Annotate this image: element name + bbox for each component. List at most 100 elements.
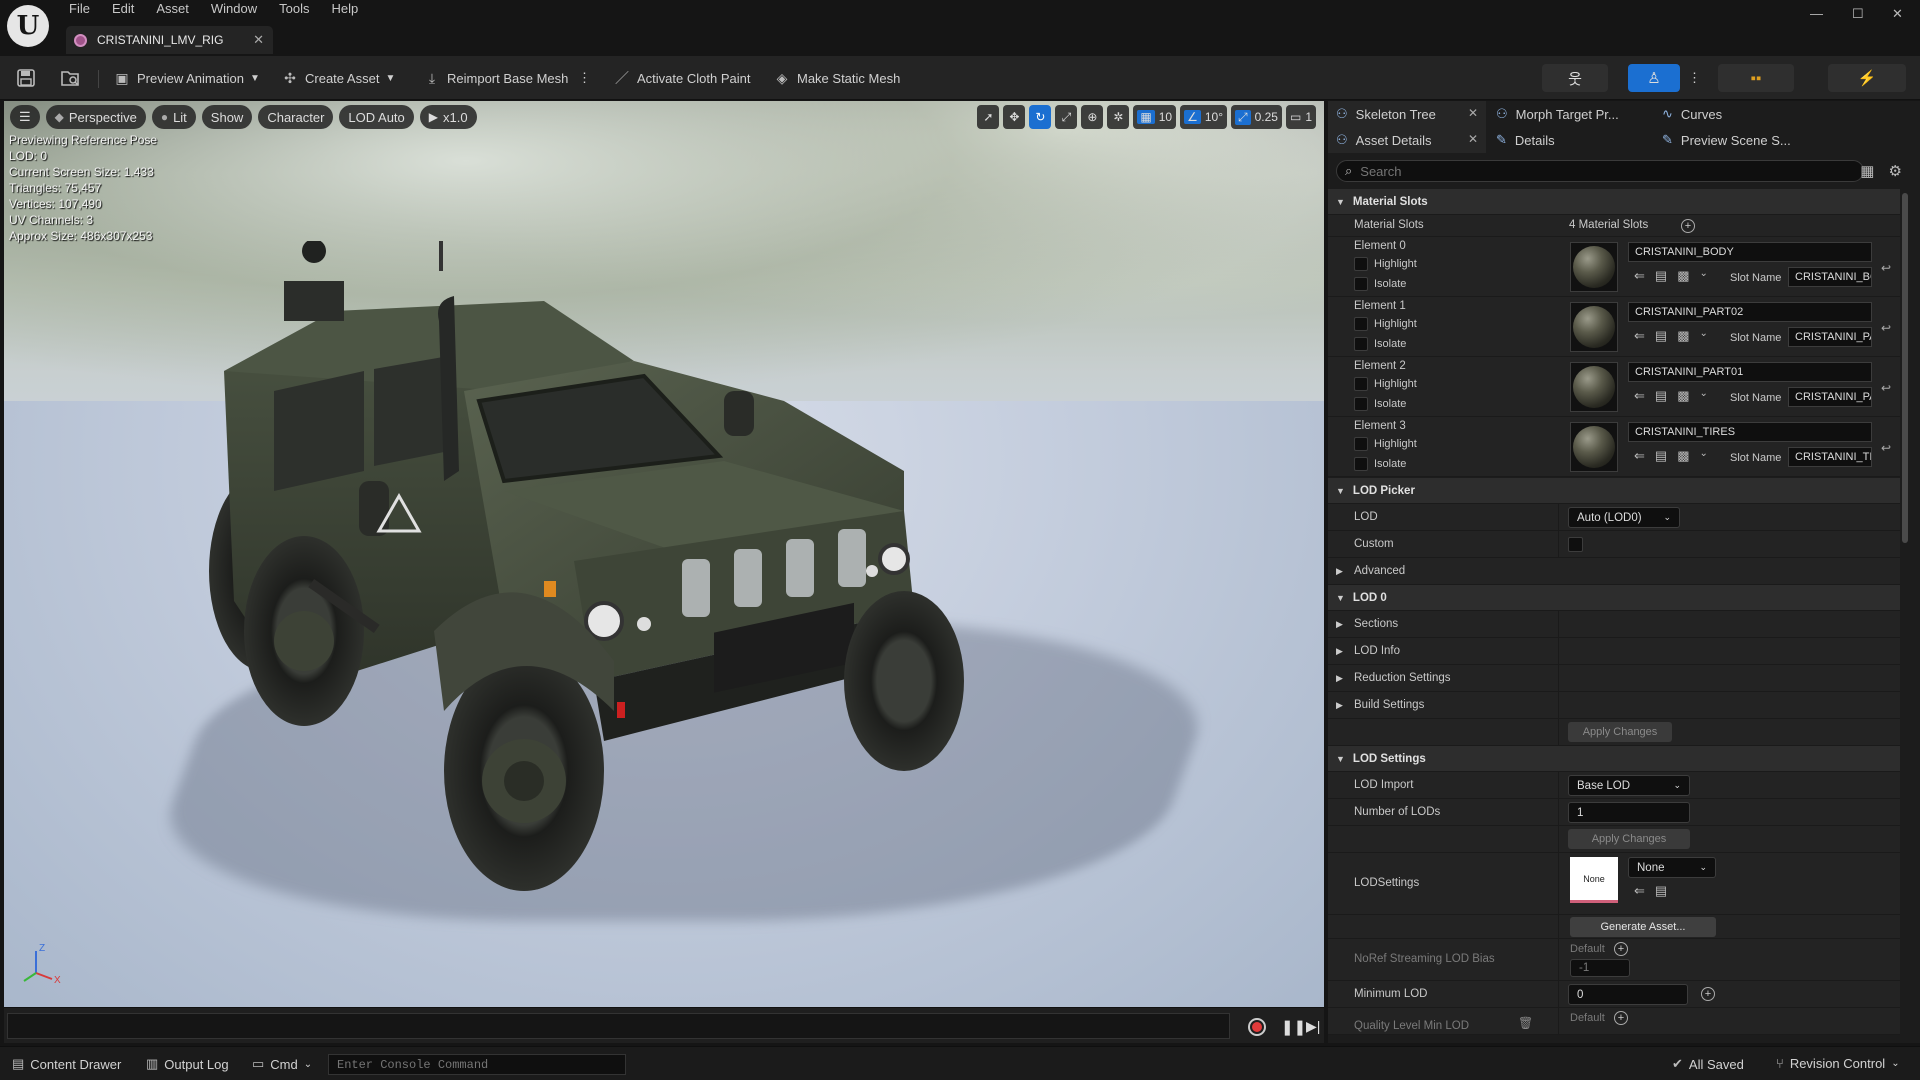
- trash-icon[interactable]: 🗑: [1518, 1016, 1533, 1030]
- highlight-checkbox[interactable]: [1354, 257, 1368, 271]
- grid-snap-button[interactable]: ▦ 10: [1133, 105, 1177, 129]
- details-search[interactable]: ⌕: [1336, 160, 1864, 182]
- viewport-menu-button[interactable]: ☰: [10, 105, 40, 129]
- category-lod-0[interactable]: ▼ LOD 0: [1328, 585, 1900, 611]
- save-icon[interactable]: [16, 68, 36, 88]
- apply-changes-button[interactable]: Apply Changes: [1568, 829, 1690, 849]
- use-selected-icon[interactable]: ⇐: [1634, 448, 1645, 464]
- mode-options-icon[interactable]: ⋮: [1688, 66, 1701, 90]
- material-options-icon[interactable]: ▩: [1677, 388, 1689, 404]
- material-thumbnail[interactable]: [1570, 242, 1618, 292]
- step-forward-button[interactable]: ▶|: [1306, 1018, 1320, 1035]
- show-button[interactable]: Show: [201, 105, 253, 129]
- close-window-button[interactable]: ✕: [1892, 6, 1903, 22]
- surface-snap-icon[interactable]: ✲: [1107, 105, 1130, 129]
- material-thumbnail[interactable]: [1570, 302, 1618, 352]
- add-override-icon[interactable]: +: [1614, 942, 1628, 956]
- browse-icon[interactable]: ▤: [1655, 388, 1667, 404]
- table-view-icon[interactable]: ▦: [1860, 163, 1874, 180]
- add-override-icon[interactable]: +: [1614, 1011, 1628, 1025]
- blueprint-mode-button[interactable]: ▪▪: [1718, 64, 1794, 92]
- use-selected-icon[interactable]: ⇐: [1634, 883, 1645, 899]
- console-command-input[interactable]: [328, 1054, 626, 1075]
- material-picker[interactable]: CRISTANINI_PART01: [1628, 362, 1872, 382]
- reset-icon[interactable]: ↩: [1881, 321, 1891, 335]
- tab-morph-target-preview[interactable]: ⚇ Morph Target Pr...: [1486, 101, 1644, 127]
- activate-cloth-paint-button[interactable]: ／ Activate Cloth Paint: [614, 66, 750, 90]
- lit-button[interactable]: ● Lit: [151, 105, 196, 129]
- asset-editor-tab[interactable]: CRISTANINI_LMV_RIG ✕: [66, 26, 273, 54]
- category-material-slots[interactable]: ▼ Material Slots: [1328, 189, 1900, 215]
- lod-auto-button[interactable]: LOD Auto: [339, 105, 414, 129]
- lodsettings-dropdown[interactable]: None ⌄: [1628, 857, 1716, 878]
- menu-edit[interactable]: Edit: [101, 0, 145, 18]
- isolate-checkbox[interactable]: [1354, 457, 1368, 471]
- output-log-button[interactable]: ▥ Output Log: [146, 1056, 229, 1072]
- settings-mode-button[interactable]: ⚡: [1828, 64, 1906, 92]
- custom-checkbox[interactable]: [1568, 537, 1583, 552]
- material-thumbnail[interactable]: [1570, 422, 1618, 472]
- tab-skeleton-tree[interactable]: ⚇ Skeleton Tree ✕: [1328, 101, 1486, 127]
- record-button[interactable]: [1248, 1018, 1266, 1036]
- reset-icon[interactable]: ↩: [1881, 261, 1891, 275]
- preview-animation-button[interactable]: ▣ Preview Animation ▼: [114, 66, 259, 90]
- reimport-base-mesh-button[interactable]: ⤓ Reimport Base Mesh: [424, 66, 569, 90]
- lod-import-dropdown[interactable]: Base LOD ⌄: [1568, 775, 1690, 796]
- slot-name-field[interactable]: CRISTANINI_PA: [1788, 327, 1872, 347]
- search-input[interactable]: [1360, 163, 1841, 179]
- unreal-logo[interactable]: U: [7, 5, 49, 47]
- material-picker[interactable]: CRISTANINI_BODY: [1628, 242, 1872, 262]
- category-lod-picker[interactable]: ▼ LOD Picker: [1328, 478, 1900, 504]
- chevron-down-icon[interactable]: ⌄: [1700, 328, 1708, 344]
- highlight-checkbox[interactable]: [1354, 377, 1368, 391]
- mesh-mode-button[interactable]: ♙: [1628, 64, 1680, 92]
- content-drawer-button[interactable]: ▤ Content Drawer: [12, 1056, 121, 1072]
- use-selected-icon[interactable]: ⇐: [1634, 328, 1645, 344]
- menu-tools[interactable]: Tools: [268, 0, 320, 18]
- advanced-row[interactable]: ▶ Advanced: [1328, 558, 1900, 585]
- apply-changes-button[interactable]: Apply Changes: [1568, 722, 1672, 742]
- make-static-mesh-button[interactable]: ◈ Make Static Mesh: [774, 66, 901, 90]
- add-slot-icon[interactable]: +: [1681, 219, 1695, 233]
- tab-asset-details[interactable]: ⚇ Asset Details ✕: [1328, 127, 1486, 153]
- browse-icon[interactable]: ▤: [1655, 448, 1667, 464]
- lod-dropdown[interactable]: Auto (LOD0) ⌄: [1568, 507, 1680, 528]
- tab-curves[interactable]: ∿ Curves: [1644, 101, 1804, 127]
- slot-name-field[interactable]: CRISTANINI_TI: [1788, 447, 1872, 467]
- generate-asset-button[interactable]: Generate Asset...: [1570, 917, 1716, 937]
- translate-icon[interactable]: ✥: [1003, 105, 1026, 129]
- chevron-down-icon[interactable]: ⌄: [1700, 388, 1708, 404]
- sections-row[interactable]: ▶ Sections: [1328, 611, 1900, 638]
- create-asset-button[interactable]: ✣ Create Asset ▼: [282, 66, 395, 90]
- tab-preview-scene-settings[interactable]: ✎ Preview Scene S...: [1644, 127, 1804, 153]
- playback-speed-button[interactable]: ▶ x1.0: [419, 105, 477, 129]
- reset-icon[interactable]: ↩: [1881, 441, 1891, 455]
- close-icon[interactable]: ✕: [1468, 106, 1478, 120]
- character-button[interactable]: Character: [258, 105, 334, 129]
- lodsettings-thumbnail[interactable]: None: [1570, 857, 1618, 903]
- material-picker[interactable]: CRISTANINI_TIRES: [1628, 422, 1872, 442]
- highlight-checkbox[interactable]: [1354, 437, 1368, 451]
- mesh-viewport[interactable]: ☰ ◆ Perspective ● Lit Show Character LOD…: [4, 101, 1324, 1007]
- pause-button[interactable]: ❚❚: [1281, 1018, 1306, 1036]
- all-saved-button[interactable]: ✔ All Saved: [1672, 1056, 1744, 1072]
- rotate-icon[interactable]: ↻: [1029, 105, 1052, 129]
- use-selected-icon[interactable]: ⇐: [1634, 268, 1645, 284]
- browse-icon[interactable]: ▤: [1655, 268, 1667, 284]
- material-options-icon[interactable]: ▩: [1677, 268, 1689, 284]
- material-thumbnail[interactable]: [1570, 362, 1618, 412]
- scale-icon[interactable]: ⤢: [1055, 105, 1078, 129]
- perspective-button[interactable]: ◆ Perspective: [45, 105, 146, 129]
- skeleton-mode-button[interactable]: 웃: [1542, 64, 1608, 92]
- menu-asset[interactable]: Asset: [145, 0, 200, 18]
- timeline-track[interactable]: [7, 1013, 1230, 1039]
- material-options-icon[interactable]: ▩: [1677, 448, 1689, 464]
- menu-help[interactable]: Help: [320, 0, 369, 18]
- scale-snap-button[interactable]: ⤢ 0.25: [1231, 105, 1282, 129]
- isolate-checkbox[interactable]: [1354, 277, 1368, 291]
- close-icon[interactable]: ✕: [1468, 132, 1478, 146]
- browse-icon[interactable]: ▤: [1655, 883, 1667, 899]
- chevron-down-icon[interactable]: ⌄: [1700, 448, 1708, 464]
- details-scrollbar[interactable]: [1902, 193, 1908, 543]
- chevron-down-icon[interactable]: ⌄: [1700, 268, 1708, 284]
